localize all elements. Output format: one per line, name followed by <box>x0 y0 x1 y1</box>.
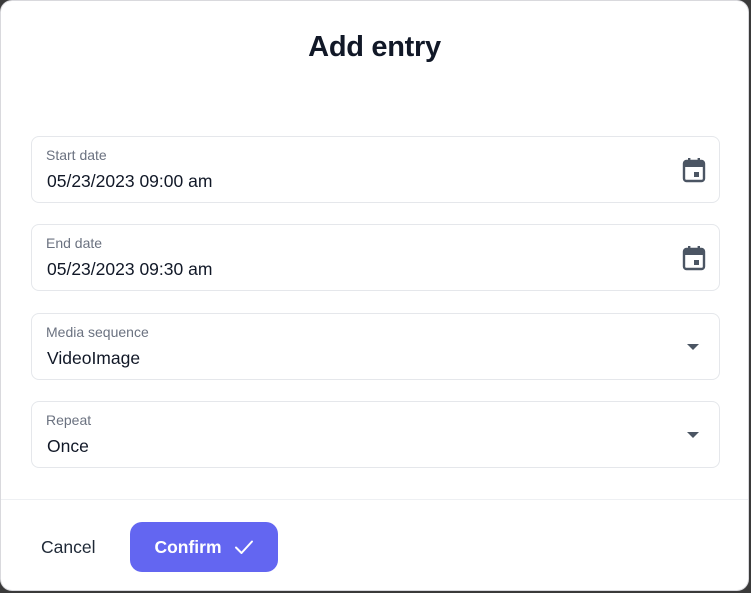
repeat-label: Repeat <box>46 412 92 428</box>
chevron-down-icon[interactable] <box>687 431 699 439</box>
repeat-select[interactable]: Repeat Once <box>31 401 720 468</box>
end-date-label: End date <box>46 235 103 251</box>
start-date-label: Start date <box>46 147 107 163</box>
media-sequence-label: Media sequence <box>46 324 149 340</box>
add-entry-dialog: Add entry Start date 05/23/2023 09:00 am… <box>0 0 749 591</box>
start-date-value[interactable]: 05/23/2023 09:00 am <box>47 171 212 192</box>
dialog-title: Add entry <box>308 31 441 63</box>
check-icon <box>234 540 253 554</box>
cancel-button[interactable]: Cancel <box>29 522 107 572</box>
calendar-icon[interactable] <box>682 157 706 183</box>
repeat-value: Once <box>47 436 89 456</box>
chevron-down-icon[interactable] <box>687 343 699 351</box>
calendar-icon[interactable] <box>682 245 706 271</box>
start-date-field[interactable]: Start date 05/23/2023 09:00 am <box>31 136 720 203</box>
media-sequence-value: VideoImage <box>47 348 141 368</box>
media-sequence-select[interactable]: Media sequence VideoImage <box>31 313 720 380</box>
confirm-button-label: Confirm <box>154 536 222 557</box>
end-date-value[interactable]: 05/23/2023 09:30 am <box>47 259 212 280</box>
confirm-button[interactable]: Confirm <box>130 522 278 572</box>
footer-divider <box>1 499 748 500</box>
end-date-field[interactable]: End date 05/23/2023 09:30 am <box>31 224 720 291</box>
